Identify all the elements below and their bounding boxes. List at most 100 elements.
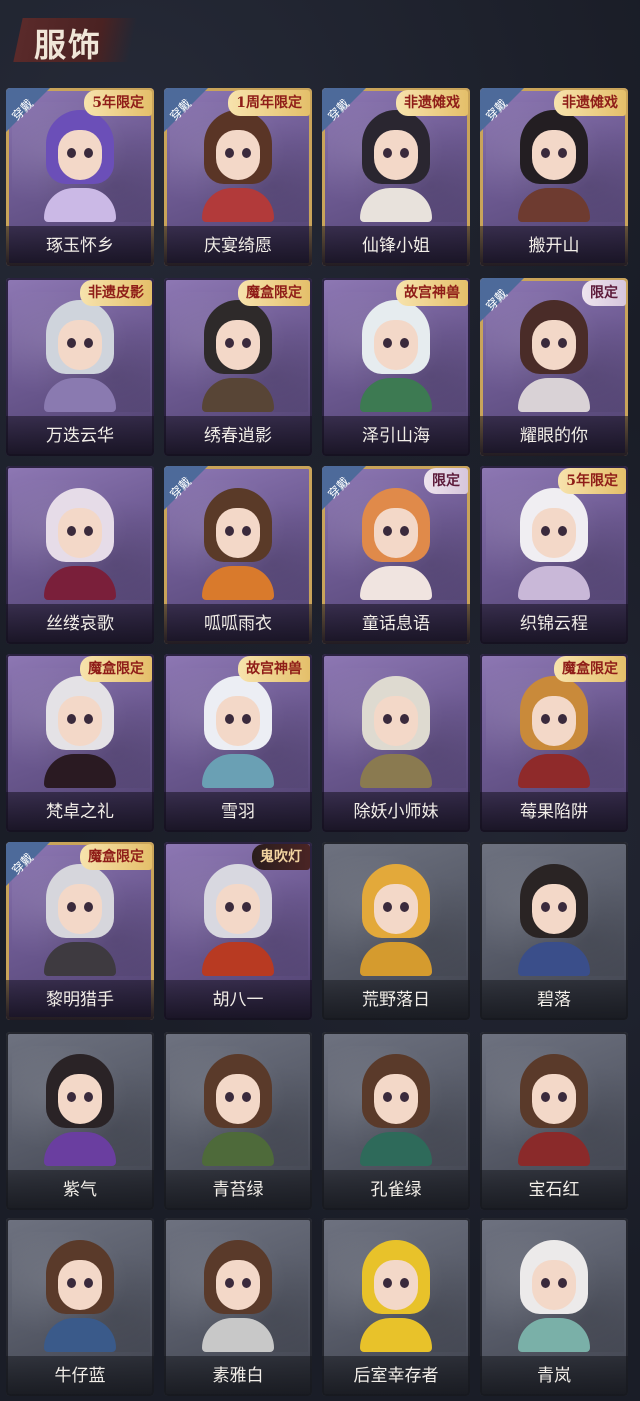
portrait-outfit (518, 566, 590, 600)
portrait-outfit (360, 188, 432, 222)
portrait-face (58, 130, 102, 180)
character-portrait (40, 1054, 120, 1166)
costume-name: 泽引山海 (322, 416, 470, 456)
portrait-face (532, 1260, 576, 1310)
character-portrait (514, 488, 594, 600)
portrait-eye (84, 1278, 93, 1288)
character-portrait (198, 110, 278, 222)
costume-card[interactable]: 穿戴 限定 童话息语 (322, 466, 470, 644)
costume-card[interactable]: 穿戴 限定 耀眼的你 (480, 278, 628, 456)
portrait-eye (558, 1092, 567, 1102)
costume-card[interactable]: 丝缕哀歌 (6, 466, 154, 644)
portrait-outfit (518, 1132, 590, 1166)
costume-name: 耀眼的你 (480, 416, 628, 456)
character-portrait (198, 1054, 278, 1166)
portrait-eye (541, 714, 550, 724)
portrait-outfit (360, 754, 432, 788)
character-portrait (356, 676, 436, 788)
limited-badge: 魔盒限定 (554, 656, 626, 682)
limited-badge: 1周年限定 (228, 90, 310, 116)
costume-card[interactable]: 碧落 (480, 842, 628, 1020)
portrait-outfit (360, 1132, 432, 1166)
costume-name: 搬开山 (480, 226, 628, 266)
character-portrait (198, 676, 278, 788)
character-portrait (514, 1054, 594, 1166)
portrait-outfit (44, 942, 116, 976)
costume-card[interactable]: 荒野落日 (322, 842, 470, 1020)
portrait-eye (242, 148, 251, 158)
character-portrait (514, 1240, 594, 1352)
costume-card[interactable]: 紫气 (6, 1032, 154, 1210)
portrait-face (374, 1074, 418, 1124)
portrait-face (58, 696, 102, 746)
costume-card[interactable]: 青岚 (480, 1218, 628, 1396)
character-portrait (514, 110, 594, 222)
costume-card[interactable]: 素雅白 (164, 1218, 312, 1396)
costume-card[interactable]: 牛仔蓝 (6, 1218, 154, 1396)
limited-badge: 非遗傩戏 (554, 90, 626, 116)
portrait-face (374, 508, 418, 558)
limited-badge: 故宫神兽 (396, 280, 468, 306)
costume-name: 绣春逍影 (164, 416, 312, 456)
portrait-face (216, 1260, 260, 1310)
costume-card[interactable]: 青苔绿 (164, 1032, 312, 1210)
portrait-face (374, 130, 418, 180)
costume-card[interactable]: 故宫神兽 雪羽 (164, 654, 312, 832)
limited-badge: 5年限定 (558, 468, 626, 494)
portrait-outfit (202, 942, 274, 976)
costume-card[interactable]: 穿戴 呱呱雨衣 (164, 466, 312, 644)
portrait-eye (225, 526, 234, 536)
limited-badge: 限定 (582, 280, 626, 306)
portrait-eye (84, 526, 93, 536)
costume-card[interactable]: 魔盒限定 梵卓之礼 (6, 654, 154, 832)
costume-card[interactable]: 魔盒限定绣春逍影 (164, 278, 312, 456)
portrait-face (216, 884, 260, 934)
costume-card[interactable]: 穿戴 魔盒限定 黎明猎手 (6, 842, 154, 1020)
costume-name: 雪羽 (164, 792, 312, 832)
portrait-eye (84, 1092, 93, 1102)
portrait-eye (558, 714, 567, 724)
portrait-outfit (44, 188, 116, 222)
costume-card[interactable]: 穿戴 非遗傩戏 仙锋小姐 (322, 88, 470, 266)
portrait-eye (400, 714, 409, 724)
portrait-outfit (202, 754, 274, 788)
portrait-outfit (202, 188, 274, 222)
costume-card[interactable]: 穿戴 1周年限定 庆宴绮愿 (164, 88, 312, 266)
portrait-face (374, 1260, 418, 1310)
portrait-eye (383, 338, 392, 348)
limited-badge: 魔盒限定 (238, 280, 310, 306)
portrait-eye (67, 338, 76, 348)
portrait-outfit (44, 566, 116, 600)
costume-card[interactable]: 后室幸存者 (322, 1218, 470, 1396)
costume-card[interactable]: 5年限定织锦云程 (480, 466, 628, 644)
costume-card[interactable]: 除妖小师妹 (322, 654, 470, 832)
portrait-outfit (518, 188, 590, 222)
costume-card[interactable]: 故宫神兽泽引山海 (322, 278, 470, 456)
limited-badge: 限定 (424, 468, 468, 494)
portrait-outfit (202, 378, 274, 412)
costume-name: 孔雀绿 (322, 1170, 470, 1210)
costume-card[interactable]: 非遗皮影 万迭云华 (6, 278, 154, 456)
portrait-face (216, 1074, 260, 1124)
limited-badge: 魔盒限定 (80, 656, 152, 682)
portrait-eye (558, 1278, 567, 1288)
limited-badge: 非遗皮影 (80, 280, 152, 306)
character-portrait (198, 864, 278, 976)
costume-card[interactable]: 宝石红 (480, 1032, 628, 1210)
costume-card[interactable]: 鬼吹灯 胡八一 (164, 842, 312, 1020)
portrait-eye (558, 526, 567, 536)
costume-name: 莓果陷阱 (480, 792, 628, 832)
costume-name: 织锦云程 (480, 604, 628, 644)
portrait-eye (541, 148, 550, 158)
portrait-eye (400, 526, 409, 536)
costume-card[interactable]: 孔雀绿 (322, 1032, 470, 1210)
portrait-face (216, 508, 260, 558)
costume-card[interactable]: 穿戴 5年限定 琢玉怀乡 (6, 88, 154, 266)
costume-card[interactable]: 穿戴 非遗傩戏 搬开山 (480, 88, 628, 266)
character-portrait (40, 1240, 120, 1352)
costume-name: 青岚 (480, 1356, 628, 1396)
portrait-eye (541, 526, 550, 536)
portrait-eye (225, 1278, 234, 1288)
costume-card[interactable]: 魔盒限定莓果陷阱 (480, 654, 628, 832)
costume-name: 丝缕哀歌 (6, 604, 154, 644)
